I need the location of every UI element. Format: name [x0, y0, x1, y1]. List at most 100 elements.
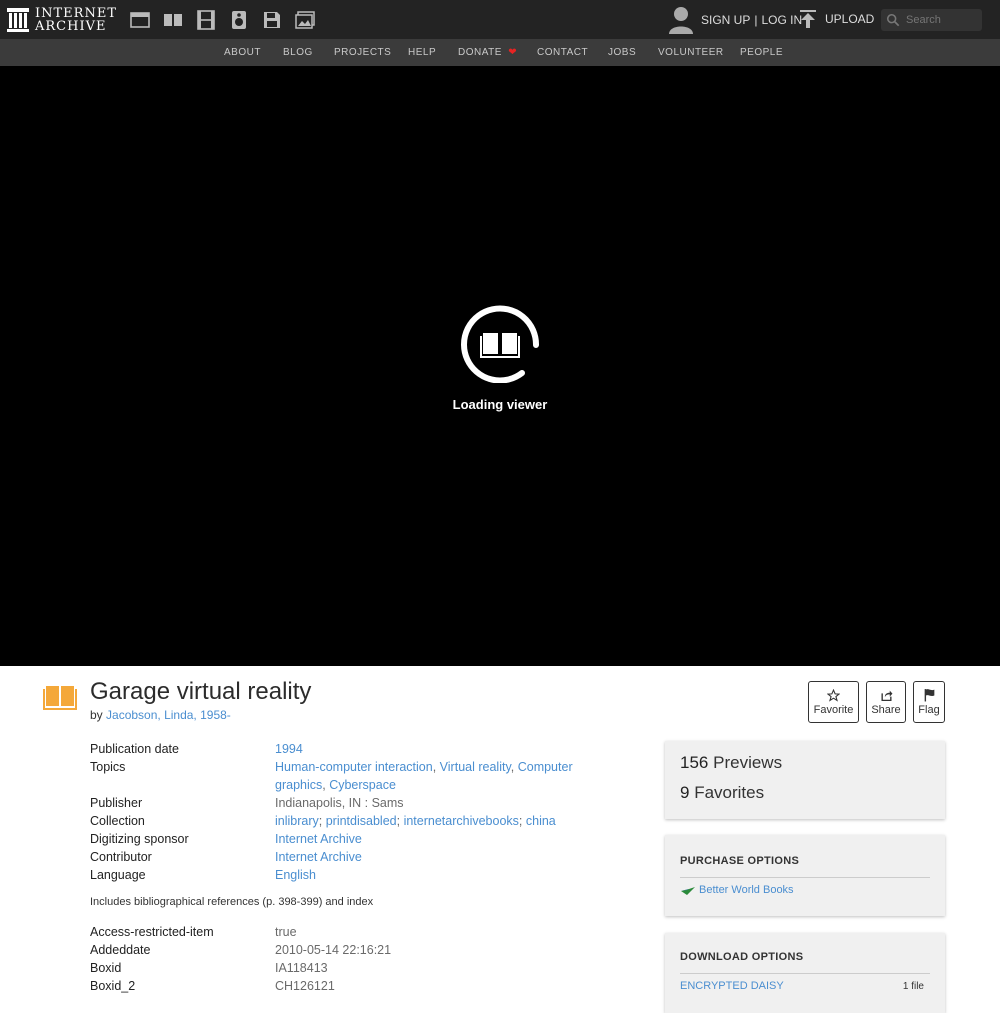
addeddate-value: 2010-05-14 22:16:21	[275, 943, 392, 957]
search-icon[interactable]	[886, 12, 900, 28]
web-icon[interactable]	[130, 10, 150, 30]
divider	[680, 877, 930, 878]
star-icon	[827, 688, 840, 702]
divider	[680, 973, 930, 974]
previews-label: Previews	[713, 753, 783, 772]
software-icon[interactable]	[262, 10, 282, 30]
file-count: 1 file	[902, 980, 924, 992]
media-type-icons	[130, 10, 315, 30]
metadata-row: Language English	[90, 866, 610, 884]
author-link[interactable]: Jacobson, Linda, 1958-	[106, 708, 231, 722]
logo-line-1: INTERNET	[35, 5, 117, 21]
access-value: true	[275, 925, 297, 939]
metadata-key: Access-restricted-item	[90, 925, 214, 939]
logo-line-2: ARCHIVE	[35, 18, 107, 34]
metadata-row: Publication date 1994	[90, 740, 610, 758]
flag-button[interactable]: Flag	[913, 681, 945, 723]
texts-icon[interactable]	[163, 10, 183, 30]
publication-date-link[interactable]: 1994	[275, 742, 303, 756]
language-link[interactable]: English	[275, 868, 316, 882]
sponsor-link[interactable]: Internet Archive	[275, 832, 362, 846]
collection-link[interactable]: printdisabled	[326, 814, 397, 828]
byline: by Jacobson, Linda, 1958-	[90, 708, 231, 722]
topic-link[interactable]: Cyberspace	[329, 778, 396, 792]
download-row: ENCRYPTED DAISY 1 file	[680, 980, 930, 992]
better-world-books-icon	[681, 887, 695, 895]
upload-label: UPLOAD	[825, 12, 875, 26]
flag-label: Flag	[918, 704, 940, 716]
metadata-key: Topics	[90, 760, 126, 774]
purchase-options-panel: PURCHASE OPTIONS Better World Books	[665, 835, 945, 916]
loading-viewer-text: Loading viewer	[452, 397, 548, 412]
log-in-link[interactable]: LOG IN	[761, 13, 802, 27]
publisher-value: Indianapolis, IN : Sams	[275, 796, 404, 810]
item-notes: Includes bibliographical references (p. …	[90, 896, 374, 908]
by-label: by	[90, 708, 103, 722]
topic-link[interactable]: Virtual reality	[440, 760, 511, 774]
metadata-key: Addeddate	[90, 943, 151, 957]
nav-people[interactable]: PEOPLE	[740, 39, 783, 66]
metadata-key: Publisher	[90, 796, 143, 810]
nav-help[interactable]: HELP	[408, 39, 436, 66]
favorite-button[interactable]: Favorite	[808, 681, 859, 723]
upload-button[interactable]: UPLOAD	[798, 9, 874, 29]
texts-mediatype-icon	[43, 686, 77, 710]
video-icon[interactable]	[196, 10, 216, 30]
favorites-label: Favorites	[694, 783, 765, 802]
nav-donate[interactable]: DONATE ❤	[458, 39, 517, 66]
search-input[interactable]	[904, 13, 982, 27]
better-world-books-link[interactable]: Better World Books	[680, 884, 930, 896]
search-box	[881, 9, 982, 31]
topic-link[interactable]: Human-computer interaction	[275, 760, 433, 774]
user-avatar-icon[interactable]	[668, 6, 694, 34]
metadata-key: Language	[90, 868, 146, 882]
top-bar: INTERNET ARCHIVE SIGN UP | LOG IN UPLOAD…	[0, 0, 1000, 39]
audio-icon[interactable]	[229, 10, 249, 30]
collection-link[interactable]: internetarchivebooks	[404, 814, 519, 828]
nav-donate-label: DONATE	[458, 47, 502, 58]
nav-projects[interactable]: PROJECTS	[334, 39, 391, 66]
previews-count: 156	[680, 753, 709, 772]
metadata-row: Boxid_2 CH126121	[90, 977, 610, 995]
metadata-row: Collection inlibrary; printdisabled; int…	[90, 814, 556, 828]
boxid2-value: CH126121	[275, 979, 335, 993]
collection-link[interactable]: inlibrary	[275, 814, 319, 828]
favorites-stat: 9 Favorites	[680, 783, 930, 803]
images-icon[interactable]	[295, 10, 315, 30]
metadata-row: Access-restricted-item true	[90, 923, 610, 941]
metadata-key: Publication date	[90, 742, 179, 756]
share-button[interactable]: Share	[866, 681, 906, 723]
internet-archive-logo[interactable]: INTERNET ARCHIVE	[7, 6, 117, 33]
item-title: Garage virtual reality	[90, 678, 312, 705]
metadata-key: Digitizing sponsor	[90, 832, 189, 846]
nav-contact[interactable]: CONTACT	[537, 39, 588, 66]
loading-spinner	[461, 305, 540, 383]
nav-volunteer[interactable]: VOLUNTEER	[658, 39, 724, 66]
encrypted-daisy-link[interactable]: ENCRYPTED DAISY	[680, 980, 784, 992]
sign-up-link[interactable]: SIGN UP	[701, 13, 750, 27]
metadata-key: Boxid	[90, 961, 122, 975]
nav-jobs[interactable]: JOBS	[608, 39, 636, 66]
contributor-link[interactable]: Internet Archive	[275, 850, 362, 864]
flag-icon	[923, 688, 936, 702]
favorites-count: 9	[680, 783, 690, 802]
archive-building-icon	[7, 7, 29, 32]
nav-about[interactable]: ABOUT	[224, 39, 261, 66]
upload-icon	[800, 10, 816, 28]
collection-link[interactable]: china	[526, 814, 556, 828]
previews-stat: 156 Previews	[680, 753, 930, 773]
boxid-value: IA118413	[275, 961, 328, 975]
auth-separator: |	[754, 13, 758, 27]
share-icon	[880, 688, 893, 702]
share-label: Share	[871, 704, 901, 716]
nav-blog[interactable]: BLOG	[283, 39, 313, 66]
download-options-title: DOWNLOAD OPTIONS	[680, 951, 804, 963]
book-viewer[interactable]: Loading viewer	[0, 66, 1000, 666]
heart-icon: ❤	[508, 47, 518, 58]
better-world-books-label: Better World Books	[699, 884, 794, 896]
metadata-row: Publisher Indianapolis, IN : Sams	[90, 794, 610, 812]
metadata-row: Topics Human-computer interaction, Virtu…	[90, 760, 573, 792]
stats-panel: 156 Previews 9 Favorites	[665, 741, 945, 819]
metadata-row: Contributor Internet Archive	[90, 848, 610, 866]
secondary-nav: ABOUT BLOG PROJECTS HELP DONATE ❤ CONTAC…	[0, 39, 1000, 66]
